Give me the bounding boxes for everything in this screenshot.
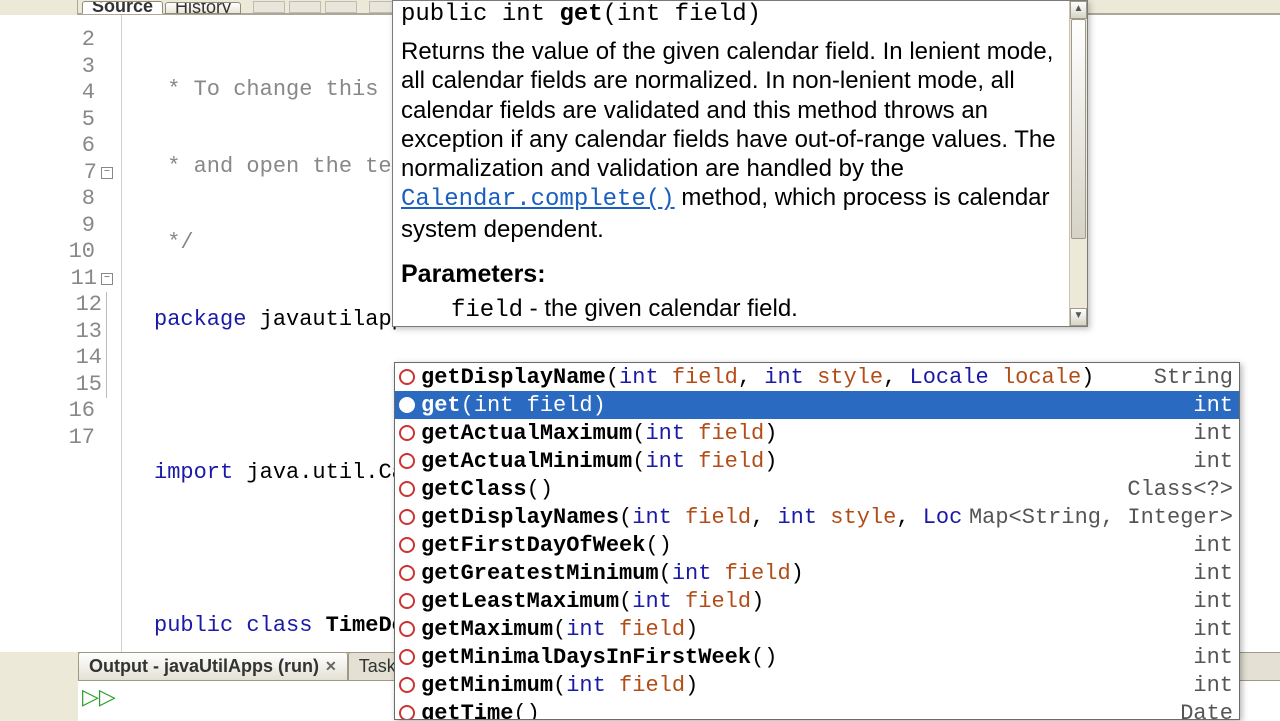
output-tab-label: Output - javaUtilApps (run) (89, 656, 319, 677)
ln-11: 11 (63, 266, 97, 293)
method-icon (399, 425, 415, 441)
ln-16: 16 (61, 398, 95, 425)
autocomplete-return-type: int (1193, 393, 1233, 418)
ln-6: 6 (61, 133, 95, 160)
autocomplete-item-getTime[interactable]: getTime() Date (395, 699, 1239, 720)
scroll-down-icon[interactable]: ▼ (1070, 308, 1087, 326)
autocomplete-item-getLeastMaximum[interactable]: getLeastMaximum(int field) int (395, 587, 1239, 615)
javadoc-popup: public int get(int field) Returns the va… (392, 0, 1088, 327)
close-icon[interactable]: ✕ (325, 658, 337, 675)
autocomplete-return-type: int (1193, 561, 1233, 586)
autocomplete-return-type: int (1193, 589, 1233, 614)
method-icon (399, 509, 415, 525)
autocomplete-return-type: int (1193, 645, 1233, 670)
autocomplete-item-get[interactable]: get(int field) int (395, 391, 1239, 419)
autocomplete-return-type: int (1193, 617, 1233, 642)
ln-5: 5 (61, 107, 95, 134)
method-icon (399, 593, 415, 609)
autocomplete-return-type: int (1193, 449, 1233, 474)
autocomplete-return-type: int (1193, 533, 1233, 558)
javadoc-signature: public int get(int field) (401, 1, 1061, 34)
autocomplete-return-type: int (1193, 673, 1233, 698)
tab-history[interactable]: History (165, 2, 241, 14)
ln-15: 15 (68, 372, 102, 399)
autocomplete-signature: getDisplayName(int field, int style, Loc… (421, 365, 1146, 390)
autocomplete-signature: getMinimum(int field) (421, 673, 1185, 698)
autocomplete-signature: getLeastMaximum(int field) (421, 589, 1185, 614)
method-icon (399, 621, 415, 637)
autocomplete-signature: getFirstDayOfWeek() (421, 533, 1185, 558)
toolbar-button-1[interactable] (253, 1, 285, 13)
javadoc-parameters-body: field - the given calendar field. (401, 289, 1061, 326)
method-icon (399, 677, 415, 693)
autocomplete-return-type: int (1193, 421, 1233, 446)
fold-toggle-icon[interactable]: − (101, 273, 113, 285)
javadoc-scrollbar[interactable]: ▲ ▼ (1069, 1, 1087, 326)
ln-12: 12 (68, 292, 102, 319)
autocomplete-return-type: Map<String, Integer> (969, 505, 1233, 530)
autocomplete-item-getGreatestMinimum[interactable]: getGreatestMinimum(int field) int (395, 559, 1239, 587)
method-icon (399, 705, 415, 720)
autocomplete-item-getClass[interactable]: getClass() Class<?> (395, 475, 1239, 503)
autocomplete-item-getMinimalDaysInFirstWeek[interactable]: getMinimalDaysInFirstWeek() int (395, 643, 1239, 671)
method-icon (399, 537, 415, 553)
javadoc-link-calendar-complete[interactable]: Calendar.complete() (401, 186, 675, 213)
method-icon (399, 453, 415, 469)
tab-source[interactable]: Source (82, 1, 163, 14)
autocomplete-item-getDisplayNames[interactable]: getDisplayNames(int field, int style, Lo… (395, 503, 1239, 531)
autocomplete-item-getActualMinimum[interactable]: getActualMinimum(int field) int (395, 447, 1239, 475)
ln-17: 17 (61, 425, 95, 452)
ln-7: 7 (63, 160, 97, 187)
autocomplete-signature: getActualMaximum(int field) (421, 421, 1185, 446)
autocomplete-item-getActualMaximum[interactable]: getActualMaximum(int field) int (395, 419, 1239, 447)
autocomplete-return-type: Date (1180, 701, 1233, 721)
javadoc-parameters-heading: Parameters: (401, 254, 1061, 289)
autocomplete-item-getFirstDayOfWeek[interactable]: getFirstDayOfWeek() int (395, 531, 1239, 559)
method-icon (399, 481, 415, 497)
ln-14: 14 (68, 345, 102, 372)
autocomplete-signature: getTime() (421, 701, 1172, 721)
javadoc-description: Returns the value of the given calendar … (401, 34, 1061, 254)
method-icon (399, 397, 415, 413)
ln-9: 9 (61, 213, 95, 240)
autocomplete-signature: getClass() (421, 477, 1119, 502)
autocomplete-signature: getMinimalDaysInFirstWeek() (421, 645, 1185, 670)
autocomplete-item-getMinimum[interactable]: getMinimum(int field) int (395, 671, 1239, 699)
toolbar-button-2[interactable] (289, 1, 321, 13)
autocomplete-signature: getDisplayNames(int field, int style, Lo… (421, 505, 961, 530)
autocomplete-item-getDisplayName[interactable]: getDisplayName(int field, int style, Loc… (395, 363, 1239, 391)
method-icon (399, 565, 415, 581)
autocomplete-signature: get(int field) (421, 393, 1185, 418)
ln-4: 4 (61, 80, 95, 107)
fold-toggle-icon[interactable]: − (101, 167, 113, 179)
toolbar-button-3[interactable] (325, 1, 357, 13)
autocomplete-signature: getActualMinimum(int field) (421, 449, 1185, 474)
ln-2: 2 (61, 27, 95, 54)
autocomplete-signature: getGreatestMinimum(int field) (421, 561, 1185, 586)
line-number-gutter: 2 3 4 5 6 7− 8 9 10 11− 12 13 14 15 16 1… (0, 15, 122, 652)
autocomplete-return-type: String (1154, 365, 1233, 390)
run-icon[interactable]: ▷▷ (82, 685, 110, 709)
ln-10: 10 (61, 239, 95, 266)
ln-8: 8 (61, 186, 95, 213)
autocomplete-item-getMaximum[interactable]: getMaximum(int field) int (395, 615, 1239, 643)
scroll-thumb[interactable] (1071, 19, 1086, 239)
autocomplete-return-type: Class<?> (1127, 477, 1233, 502)
method-icon (399, 649, 415, 665)
scroll-up-icon[interactable]: ▲ (1070, 1, 1087, 19)
ln-13: 13 (68, 319, 102, 346)
autocomplete-popup[interactable]: getDisplayName(int field, int style, Loc… (394, 362, 1240, 720)
output-tab[interactable]: Output - javaUtilApps (run) ✕ (78, 652, 348, 680)
method-icon (399, 369, 415, 385)
ln-3: 3 (61, 54, 95, 81)
autocomplete-signature: getMaximum(int field) (421, 617, 1185, 642)
